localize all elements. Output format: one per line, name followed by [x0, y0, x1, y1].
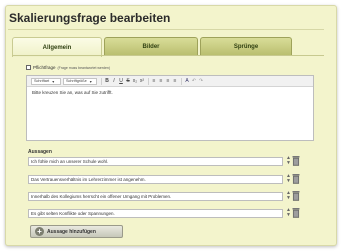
trash-icon[interactable]	[292, 173, 300, 184]
subscript-icon[interactable]: x₂	[132, 78, 138, 85]
arrow-down-icon[interactable]: ▼	[286, 160, 291, 166]
mandatory-row: Pflichtfrage (Frage muss beantwortet wer…	[26, 65, 110, 70]
toolbar-separator	[148, 77, 149, 85]
editor-content[interactable]: Bitte kreuzen Sie an, was auf Sie zutrif…	[27, 87, 313, 98]
tab-spruenge[interactable]: Sprünge	[200, 37, 292, 56]
title-divider	[8, 29, 324, 30]
tab-allgemein[interactable]: Allgemein	[12, 37, 102, 57]
align-justify-icon[interactable]: ≡	[172, 78, 178, 85]
answer-row-actions: ▲ ▼	[286, 173, 300, 184]
font-size-select[interactable]: Schriftgröße ▾	[63, 77, 97, 85]
redo-icon[interactable]: ↷	[198, 78, 204, 85]
answers-label: Aussagen	[28, 149, 52, 155]
arrow-down-icon[interactable]: ▼	[286, 212, 291, 218]
editor-toolbar: Schriftart ▾ Schriftgröße ▾ B I U S x₂ x…	[27, 76, 313, 87]
tab-divider	[12, 55, 324, 56]
undo-icon[interactable]: ↶	[191, 78, 197, 85]
mandatory-checkbox[interactable]	[26, 65, 31, 70]
trash-icon[interactable]	[292, 190, 300, 201]
italic-icon[interactable]: I	[111, 78, 117, 85]
add-answer-label: Aussage hinzufügen	[47, 228, 96, 235]
answer-input[interactable]: Ich fühle mich an unserer Schule wohl.	[28, 157, 283, 166]
align-center-icon[interactable]: ≡	[158, 78, 164, 85]
toolbar-separator	[181, 77, 182, 85]
align-right-icon[interactable]: ≡	[165, 78, 171, 85]
arrow-down-icon[interactable]: ▼	[286, 195, 291, 201]
font-family-value: Schriftart	[34, 79, 50, 83]
tab-bar: Allgemein Bilder Sprünge	[12, 37, 324, 57]
toolbar-separator	[101, 77, 102, 85]
answer-input[interactable]: Das Vertrauensverhältnis im Lehrerzimmer…	[28, 175, 283, 184]
dialog-title: Skalierungsfrage bearbeiten	[9, 11, 171, 25]
answer-row-actions: ▲ ▼	[286, 207, 300, 218]
answer-row-actions: ▲ ▼	[286, 155, 300, 166]
font-size-value: Schriftgröße	[66, 79, 87, 83]
add-answer-button[interactable]: + Aussage hinzufügen	[30, 225, 123, 238]
arrow-down-icon[interactable]: ▼	[286, 178, 291, 184]
answer-input[interactable]: Innerhalb des Kollegiums herrscht ein of…	[28, 192, 283, 201]
text-color-icon[interactable]: A	[184, 78, 190, 85]
trash-icon[interactable]	[292, 207, 300, 218]
question-editor[interactable]: Schriftart ▾ Schriftgröße ▾ B I U S x₂ x…	[26, 75, 314, 141]
underline-icon[interactable]: U	[118, 78, 124, 85]
bold-icon[interactable]: B	[104, 78, 110, 85]
trash-icon[interactable]	[292, 155, 300, 166]
mandatory-hint: (Frage muss beantwortet werden)	[57, 65, 111, 70]
answer-input[interactable]: Es gibt selten Konflikte oder Spannungen…	[28, 209, 283, 218]
tab-bilder[interactable]: Bilder	[104, 37, 198, 56]
answer-row-actions: ▲ ▼	[286, 190, 300, 201]
plus-icon: +	[35, 227, 44, 236]
mandatory-label: Pflichtfrage	[33, 65, 56, 70]
align-left-icon[interactable]: ≡	[151, 78, 157, 85]
font-family-select[interactable]: Schriftart ▾	[31, 77, 61, 85]
chevron-down-icon: ▾	[89, 79, 92, 84]
superscript-icon[interactable]: x²	[139, 78, 145, 85]
strikethrough-icon[interactable]: S	[125, 78, 131, 85]
chevron-down-icon: ▾	[52, 79, 55, 84]
